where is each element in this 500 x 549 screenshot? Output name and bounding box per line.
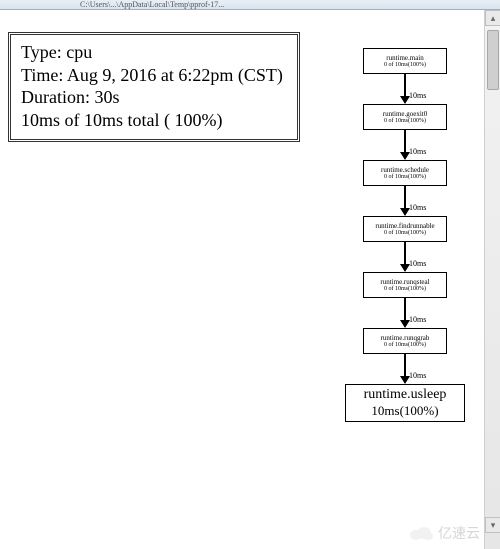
graph-edge: 10ms — [400, 354, 410, 384]
node-stat: 0 of 10ms(100%) — [384, 174, 426, 181]
graph-edge: 10ms — [400, 186, 410, 216]
node-stat: 0 of 10ms(100%) — [384, 230, 426, 237]
graph-edge: 10ms — [400, 298, 410, 328]
cloud-icon — [408, 525, 434, 541]
node-stat: 10ms(100%) — [371, 404, 438, 419]
node-function: runtime.usleep — [364, 387, 447, 403]
browser-chrome: C:\Users\...\AppData\Local\Temp\pprof-17… — [0, 0, 500, 10]
node-function: runtime.runqgrab — [381, 334, 430, 342]
profile-info-box: Type: cpu Time: Aug 9, 2016 at 6:22pm (C… — [8, 32, 300, 142]
call-graph: runtime.main 0 of 10ms(100%) 10ms runtim… — [330, 48, 480, 422]
watermark-text: 亿速云 — [438, 523, 480, 543]
scroll-up-button[interactable]: ▴ — [485, 10, 500, 26]
graph-edge: 10ms — [400, 242, 410, 272]
edge-label: 10ms — [409, 259, 426, 268]
edge-label: 10ms — [409, 315, 426, 324]
node-function: runtime.main — [386, 54, 424, 62]
info-type: Type: cpu — [21, 41, 287, 64]
info-duration: Duration: 30s — [21, 86, 287, 109]
node-stat: 0 of 10ms(100%) — [384, 118, 426, 125]
graph-node[interactable]: runtime.goexit0 0 of 10ms(100%) — [363, 104, 447, 130]
node-function: runtime.schedule — [381, 166, 429, 174]
node-stat: 0 of 10ms(100%) — [384, 286, 426, 293]
node-function: runtime.findrunnable — [375, 222, 434, 230]
graph-node[interactable]: runtime.main 0 of 10ms(100%) — [363, 48, 447, 74]
vertical-scrollbar[interactable]: ▴ ▾ — [484, 10, 500, 549]
graph-edge: 10ms — [400, 130, 410, 160]
edge-label: 10ms — [409, 91, 426, 100]
graph-edge: 10ms — [400, 74, 410, 104]
info-total: 10ms of 10ms total ( 100%) — [21, 109, 287, 132]
edge-line — [404, 74, 406, 96]
scroll-down-button[interactable]: ▾ — [485, 517, 500, 533]
edge-label: 10ms — [409, 371, 426, 380]
edge-line — [404, 130, 406, 152]
page-content: Type: cpu Time: Aug 9, 2016 at 6:22pm (C… — [0, 10, 500, 549]
edge-line — [404, 242, 406, 264]
watermark: 亿速云 — [408, 523, 480, 543]
graph-node-hot[interactable]: runtime.usleep 10ms(100%) — [345, 384, 465, 422]
edge-line — [404, 354, 406, 376]
edge-label: 10ms — [409, 203, 426, 212]
node-stat: 0 of 10ms(100%) — [384, 62, 426, 69]
graph-node[interactable]: runtime.schedule 0 of 10ms(100%) — [363, 160, 447, 186]
edge-line — [404, 186, 406, 208]
address-left: C:\Users\...\AppData\Local\Temp\pprof-17… — [80, 0, 224, 9]
node-function: runtime.runqsteal — [380, 278, 429, 286]
graph-node[interactable]: runtime.runqsteal 0 of 10ms(100%) — [363, 272, 447, 298]
scroll-thumb[interactable] — [487, 30, 499, 90]
info-time: Time: Aug 9, 2016 at 6:22pm (CST) — [21, 64, 287, 87]
edge-line — [404, 298, 406, 320]
node-function: runtime.goexit0 — [383, 110, 428, 118]
graph-node[interactable]: runtime.runqgrab 0 of 10ms(100%) — [363, 328, 447, 354]
graph-node[interactable]: runtime.findrunnable 0 of 10ms(100%) — [363, 216, 447, 242]
node-stat: 0 of 10ms(100%) — [384, 342, 426, 349]
edge-label: 10ms — [409, 147, 426, 156]
